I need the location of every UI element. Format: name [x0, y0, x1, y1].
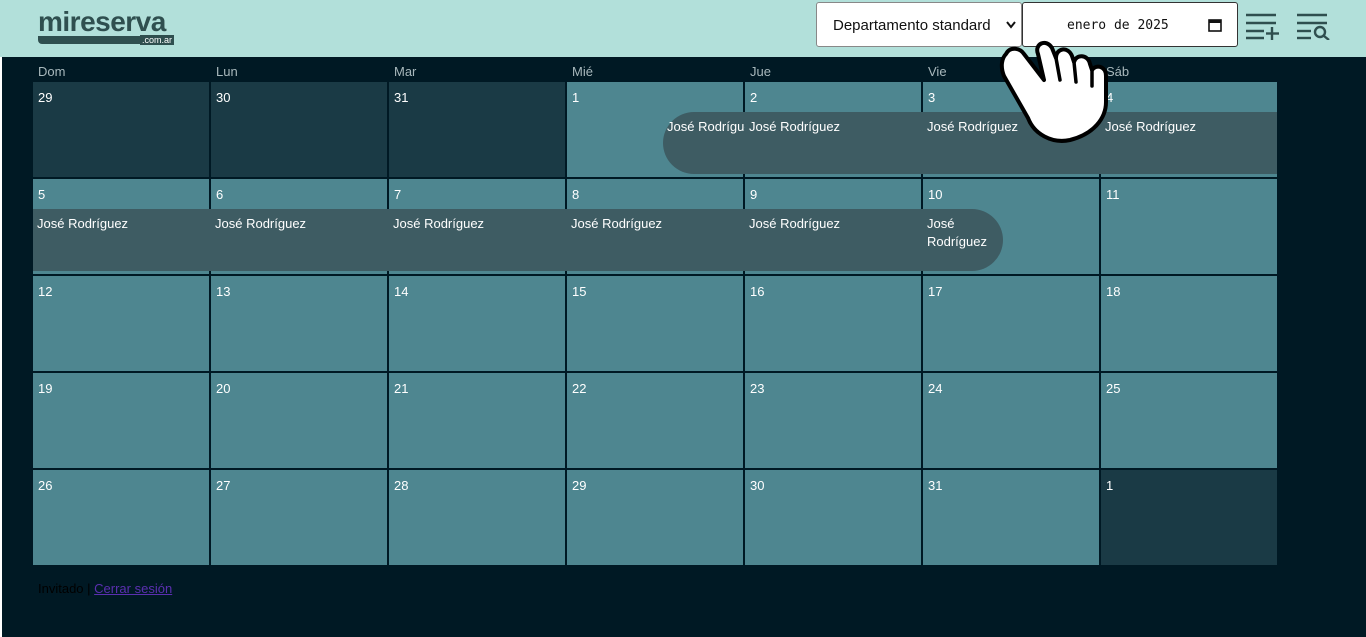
day-number: 18: [1106, 284, 1121, 299]
day-number: 19: [38, 381, 53, 396]
reservation-guest: José Rodríguez: [749, 119, 841, 134]
day-number: 5: [38, 187, 46, 202]
day-number: 29: [38, 90, 53, 105]
day-number: 15: [572, 284, 587, 299]
day-number: 2: [750, 90, 758, 105]
day-cell[interactable]: 12: [33, 276, 209, 371]
day-cell[interactable]: 1: [1101, 470, 1277, 565]
day-number: 9: [750, 187, 758, 202]
day-cell[interactable]: 16: [745, 276, 921, 371]
brand-logo[interactable]: mireserva .com.ar: [38, 6, 178, 48]
reservation-bar[interactable]: José Rodríguez: [745, 112, 923, 174]
logo-wordmark: mireserva: [38, 6, 166, 37]
logout-link[interactable]: Cerrar sesión: [94, 581, 172, 596]
day-cell[interactable]: 30: [745, 470, 921, 565]
reservation-guest: José Rodríguez: [37, 216, 129, 231]
day-cell[interactable]: 23: [745, 373, 921, 468]
property-select-value: Departamento standard: [833, 17, 991, 34]
day-number: 17: [928, 284, 943, 299]
day-number: 11: [1106, 187, 1120, 202]
reservation-guest: José Rodríguez: [215, 216, 307, 231]
day-number: 26: [38, 478, 53, 493]
day-number: 12: [38, 284, 53, 299]
day-cell[interactable]: 19: [33, 373, 209, 468]
day-cell[interactable]: 14: [389, 276, 565, 371]
reservation-bar[interactable]: José Rodríguez: [389, 209, 567, 271]
day-cell[interactable]: 29: [33, 82, 209, 177]
reservation-bar[interactable]: José Rodríguez: [923, 209, 1003, 271]
day-number: 6: [216, 187, 224, 202]
day-number: 10: [928, 187, 943, 202]
day-number: 31: [394, 90, 409, 105]
reservation-guest: José Rodríguez: [393, 216, 485, 231]
day-cell[interactable]: 30: [211, 82, 387, 177]
reservation-guest: José Rodríguez: [749, 216, 841, 231]
calendar-icon[interactable]: [1208, 18, 1222, 32]
weekday-label: Lun: [216, 64, 238, 79]
day-number: 20: [216, 381, 231, 396]
day-number: 1: [572, 90, 580, 105]
day-cell[interactable]: 21: [389, 373, 565, 468]
day-cell[interactable]: 25: [1101, 373, 1277, 468]
current-user: Invitado: [38, 581, 84, 596]
weekday-label: Jue: [750, 64, 771, 79]
day-number: 13: [216, 284, 231, 299]
day-number: 7: [394, 187, 402, 202]
day-number: 31: [928, 478, 943, 493]
day-number: 25: [1106, 381, 1121, 396]
day-number: 29: [572, 478, 587, 493]
search-list-icon[interactable]: [1296, 12, 1332, 40]
top-bar: mireserva .com.ar Departamento standard …: [0, 0, 1366, 57]
footer-separator: |: [83, 581, 95, 596]
day-number: 8: [572, 187, 580, 202]
day-cell[interactable]: 31: [389, 82, 565, 177]
day-number: 3: [928, 90, 936, 105]
day-cell[interactable]: 13: [211, 276, 387, 371]
reservation-bar[interactable]: José Rodríguez: [211, 209, 389, 271]
day-cell[interactable]: 17: [923, 276, 1099, 371]
weekday-label: Dom: [38, 64, 66, 79]
day-number: 23: [750, 381, 765, 396]
day-number: 27: [216, 478, 231, 493]
day-cell[interactable]: 22: [567, 373, 743, 468]
day-number: 24: [928, 381, 943, 396]
reservation-guest: José Rodríguez: [571, 216, 663, 231]
footer: Invitado | Cerrar sesión: [38, 581, 172, 596]
day-cell[interactable]: 29: [567, 470, 743, 565]
property-select[interactable]: Departamento standard: [816, 2, 1022, 47]
add-list-icon[interactable]: [1245, 12, 1281, 40]
day-number: 30: [216, 90, 231, 105]
weekday-label: Vie: [928, 64, 947, 79]
day-cell[interactable]: 20: [211, 373, 387, 468]
day-number: 16: [750, 284, 765, 299]
day-number: 28: [394, 478, 409, 493]
weekday-label: Mar: [394, 64, 417, 79]
reservation-bar[interactable]: José Rodríguez: [745, 209, 923, 271]
day-number: 14: [394, 284, 409, 299]
day-cell[interactable]: 11: [1101, 179, 1277, 274]
day-number: 21: [394, 381, 409, 396]
day-cell[interactable]: 28: [389, 470, 565, 565]
reservation-bar[interactable]: José Rodríguez: [33, 209, 211, 271]
day-cell[interactable]: 24: [923, 373, 1099, 468]
weekday-label: Mié: [572, 64, 593, 79]
reservation-bar[interactable]: José Rodríguez: [567, 209, 745, 271]
day-cell[interactable]: 15: [567, 276, 743, 371]
logo-domain: .com.ar: [139, 35, 174, 45]
day-cell[interactable]: 18: [1101, 276, 1277, 371]
day-number: 30: [750, 478, 765, 493]
day-cell[interactable]: 26: [33, 470, 209, 565]
day-cell[interactable]: 31: [923, 470, 1099, 565]
hand-cursor-icon: [999, 40, 1108, 143]
day-cell[interactable]: 27: [211, 470, 387, 565]
reservation-guest: José Rodríguez: [927, 216, 987, 249]
day-number: 22: [572, 381, 587, 396]
reservation-bar[interactable]: José Rodríguez: [1101, 112, 1277, 174]
day-number: 1: [1106, 478, 1114, 493]
